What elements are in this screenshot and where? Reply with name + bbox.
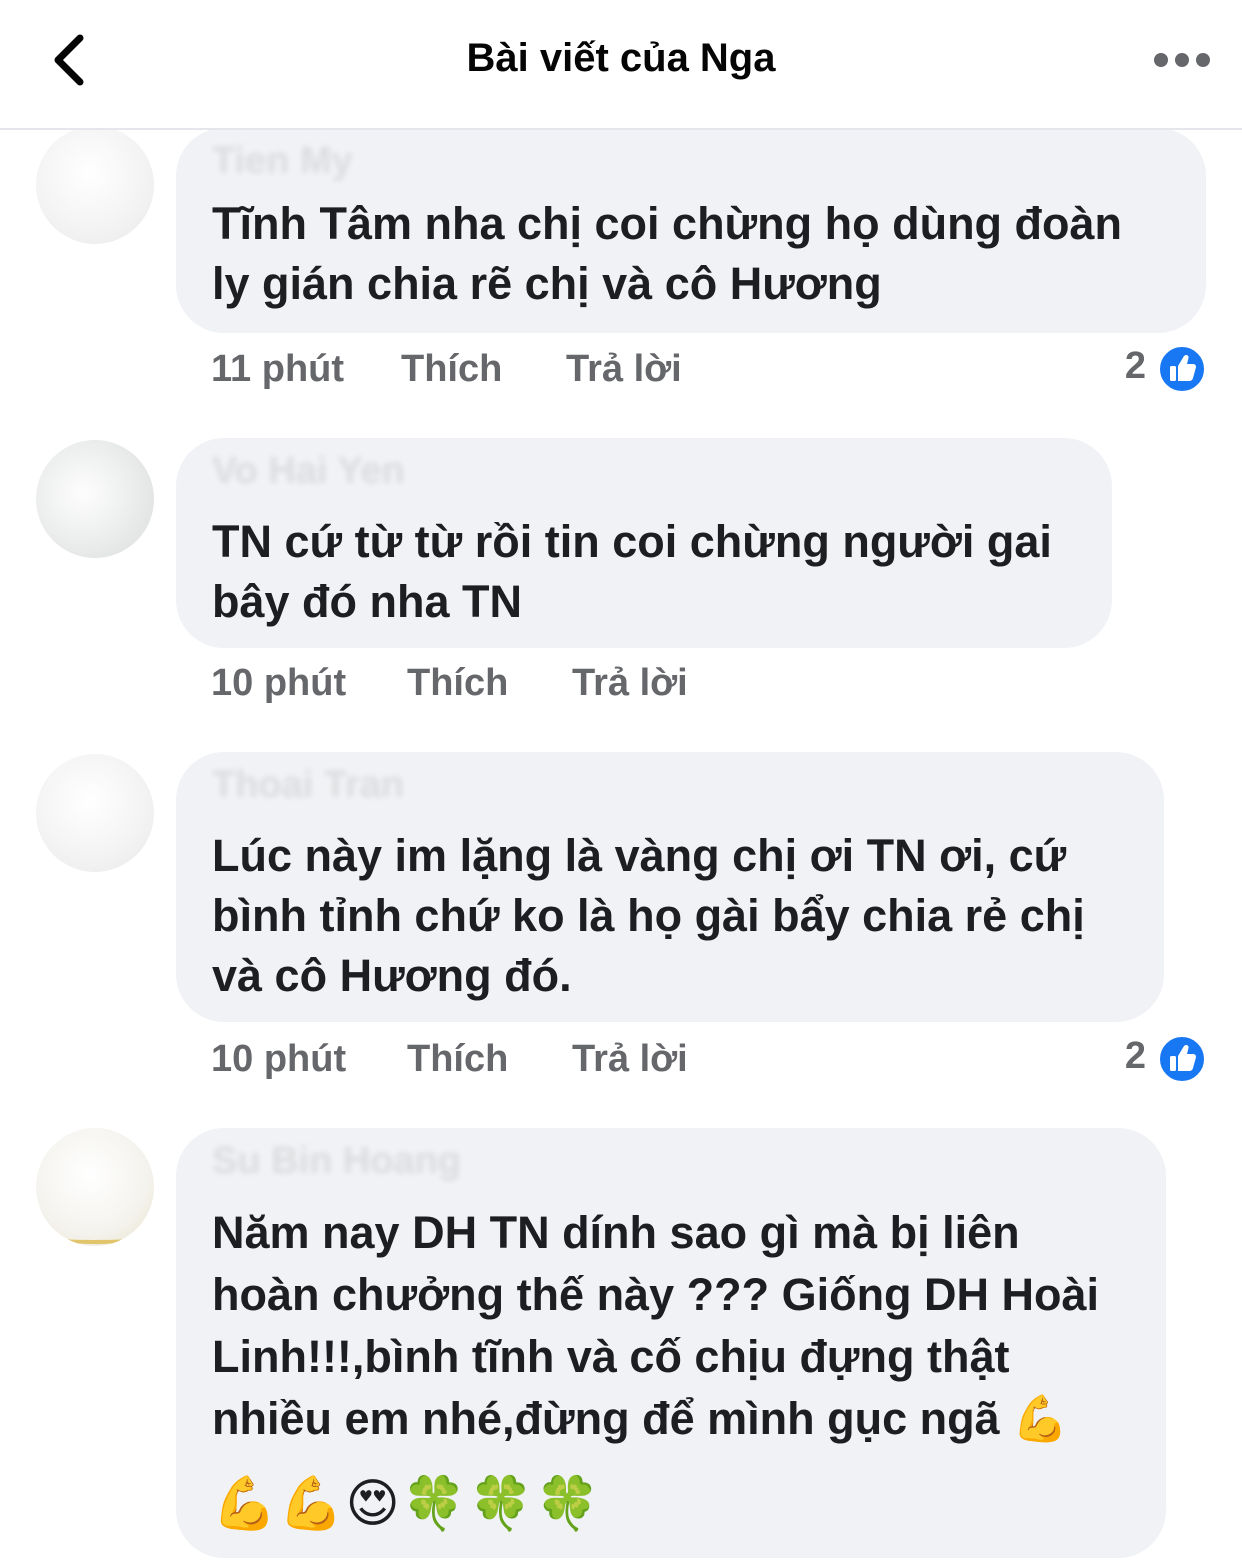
reaction-count: 2 xyxy=(1124,1035,1146,1077)
commenter-avatar[interactable] xyxy=(36,126,154,244)
commenter-avatar[interactable] xyxy=(36,440,154,558)
reaction-count: 2 xyxy=(1124,345,1146,387)
top-bar: Bài viết của Nga xyxy=(0,0,1242,130)
emoji-row: 💪💪😍🍀🍀🍀 xyxy=(212,1474,602,1534)
comment-text: Tĩnh Tâm nha chị coi chừng họ dùng đoàn … xyxy=(212,198,1123,309)
comment-time: 11 phút xyxy=(211,348,345,390)
comment-text: Năm nay DH TN dính sao gì mà bị liên hoà… xyxy=(212,1202,1099,1450)
reaction-summary[interactable]: 2 xyxy=(1076,345,1206,395)
comment-time: 10 phút xyxy=(211,662,347,704)
commenter-avatar[interactable] xyxy=(36,754,154,872)
comment-author[interactable]: Su Bin Hoang xyxy=(212,1140,461,1183)
more-button[interactable] xyxy=(1152,44,1212,76)
comment-author[interactable]: Tien My xyxy=(212,140,353,183)
commenter-avatar[interactable] xyxy=(36,1128,154,1246)
reply-link[interactable]: Trả lời xyxy=(566,348,682,391)
reaction-summary[interactable]: 2 xyxy=(1076,1035,1206,1085)
comment-bubble: Vo Hai Yen TN cứ từ từ rồi tin coi chừng… xyxy=(176,438,1112,648)
more-horizontal-icon xyxy=(1154,53,1210,67)
like-link[interactable]: Thích xyxy=(401,348,502,391)
like-link[interactable]: Thích xyxy=(407,1038,508,1081)
reply-link[interactable]: Trả lời xyxy=(572,662,688,705)
comment-text: TN cứ từ từ rồi tin coi chừng người gai … xyxy=(212,516,1052,627)
comment-time: 10 phút xyxy=(211,1038,347,1080)
comment-bubble: Thoai Tran Lúc này im lặng là vàng chị ơ… xyxy=(176,752,1164,1022)
comment-bubble: Su Bin Hoang Năm nay DH TN dính sao gì m… xyxy=(176,1128,1166,1558)
thumbs-up-reaction-icon xyxy=(1158,345,1206,393)
thumbs-up-reaction-icon xyxy=(1158,1035,1206,1083)
reply-link[interactable]: Trả lời xyxy=(572,1038,688,1081)
comment-author[interactable]: Thoai Tran xyxy=(212,764,404,807)
comment-text-body: Năm nay DH TN dính sao gì mà bị liên hoà… xyxy=(212,1207,1100,1444)
comment-bubble: Tien My Tĩnh Tâm nha chị coi chừng họ dù… xyxy=(176,128,1206,333)
flexed-biceps-emoji: 💪 xyxy=(1012,1392,1069,1445)
comment-text: Lúc này im lặng là vàng chị ơi TN ơi, cứ… xyxy=(212,830,1085,1001)
comment-author[interactable]: Vo Hai Yen xyxy=(212,450,405,493)
like-link[interactable]: Thích xyxy=(407,662,508,705)
page-title: Bài viết của Nga xyxy=(466,36,776,80)
